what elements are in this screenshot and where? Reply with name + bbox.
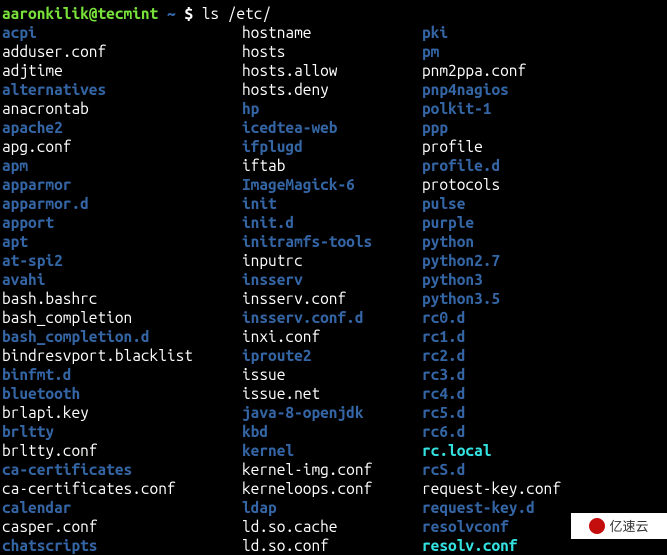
- ls-entry-kerneloops.conf: kerneloops.conf: [242, 479, 422, 498]
- ls-entry-hosts.allow: hosts.allow: [242, 61, 422, 80]
- ls-entry-rc4.d: rc4.d: [422, 384, 622, 403]
- ls-entry-ca-certificates: ca-certificates: [2, 460, 242, 479]
- ls-entry-hostname: hostname: [242, 23, 422, 42]
- ls-entry-python: python: [422, 232, 622, 251]
- ls-entry-inputrc: inputrc: [242, 251, 422, 270]
- ls-entry-ifplugd: ifplugd: [242, 137, 422, 156]
- ls-entry-ld.so.conf: ld.so.conf: [242, 536, 422, 555]
- ls-entry-init: init: [242, 194, 422, 213]
- ls-entry-insserv: insserv: [242, 270, 422, 289]
- ls-entry-hosts.deny: hosts.deny: [242, 80, 422, 99]
- ls-entry-bluetooth: bluetooth: [2, 384, 242, 403]
- ls-entry-icedtea-web: icedtea-web: [242, 118, 422, 137]
- ls-entry-pnp4nagios: pnp4nagios: [422, 80, 622, 99]
- ls-entry-issue.net: issue.net: [242, 384, 422, 403]
- ls-entry-pki: pki: [422, 23, 622, 42]
- ls-entry-apm: apm: [2, 156, 242, 175]
- ls-entry-adjtime: adjtime: [2, 61, 242, 80]
- ls-entry-purple: purple: [422, 213, 622, 232]
- ls-entry-initramfs-tools: initramfs-tools: [242, 232, 422, 251]
- ls-entry-rcS.d: rcS.d: [422, 460, 622, 479]
- ls-entry-apparmor.d: apparmor.d: [2, 194, 242, 213]
- ls-entry-at-spi2: at-spi2: [2, 251, 242, 270]
- prompt-cwd: ~: [167, 5, 176, 22]
- ls-entry-hosts: hosts: [242, 42, 422, 61]
- ls-entry-brltty: brltty: [2, 422, 242, 441]
- ls-entry-apparmor: apparmor: [2, 175, 242, 194]
- ls-entry-bindresvport.blacklist: bindresvport.blacklist: [2, 346, 242, 365]
- prompt-line: aaronkilik@tecmint ~ $ ls /etc/: [2, 4, 665, 23]
- ls-output: acpiadduser.confadjtimealternativesanacr…: [2, 23, 665, 555]
- ls-entry-brlapi.key: brlapi.key: [2, 403, 242, 422]
- ls-entry-pm: pm: [422, 42, 622, 61]
- ls-entry-rc1.d: rc1.d: [422, 327, 622, 346]
- ls-entry-rc6.d: rc6.d: [422, 422, 622, 441]
- ls-entry-chatscripts: chatscripts: [2, 536, 242, 555]
- ls-entry-iftab: iftab: [242, 156, 422, 175]
- ls-entry-python2.7: python2.7: [422, 251, 622, 270]
- ls-entry-bash_completion.d: bash_completion.d: [2, 327, 242, 346]
- ls-entry-bash.bashrc: bash.bashrc: [2, 289, 242, 308]
- ls-column-1: acpiadduser.confadjtimealternativesanacr…: [2, 23, 242, 555]
- ls-entry-init.d: init.d: [242, 213, 422, 232]
- ls-entry-apache2: apache2: [2, 118, 242, 137]
- ls-entry-python3.5: python3.5: [422, 289, 622, 308]
- ls-entry-inxi.conf: inxi.conf: [242, 327, 422, 346]
- ls-entry-profile.d: profile.d: [422, 156, 622, 175]
- ls-entry-polkit-1: polkit-1: [422, 99, 622, 118]
- ls-entry-adduser.conf: adduser.conf: [2, 42, 242, 61]
- ls-entry-kernel-img.conf: kernel-img.conf: [242, 460, 422, 479]
- ls-entry-alternatives: alternatives: [2, 80, 242, 99]
- ls-entry-kernel: kernel: [242, 441, 422, 460]
- ls-entry-acpi: acpi: [2, 23, 242, 42]
- ls-entry-rc5.d: rc5.d: [422, 403, 622, 422]
- ls-entry-rc2.d: rc2.d: [422, 346, 622, 365]
- ls-entry-profile: profile: [422, 137, 622, 156]
- ls-entry-brltty.conf: brltty.conf: [2, 441, 242, 460]
- ls-entry-rc.local: rc.local: [422, 441, 622, 460]
- watermark-logo-icon: [589, 518, 605, 534]
- ls-column-3: pkipmpnm2ppa.confpnp4nagiospolkit-1ppppr…: [422, 23, 622, 555]
- ls-entry-ppp: ppp: [422, 118, 622, 137]
- ls-entry-ld.so.cache: ld.so.cache: [242, 517, 422, 536]
- ls-entry-rc0.d: rc0.d: [422, 308, 622, 327]
- ls-entry-avahi: avahi: [2, 270, 242, 289]
- ls-entry-pnm2ppa.conf: pnm2ppa.conf: [422, 61, 622, 80]
- ls-entry-apport: apport: [2, 213, 242, 232]
- ls-entry-hp: hp: [242, 99, 422, 118]
- ls-entry-issue: issue: [242, 365, 422, 384]
- ls-entry-pulse: pulse: [422, 194, 622, 213]
- prompt-user-host: aaronkilik@tecmint: [2, 5, 158, 22]
- ls-entry-insserv.conf.d: insserv.conf.d: [242, 308, 422, 327]
- ls-entry-anacrontab: anacrontab: [2, 99, 242, 118]
- ls-entry-java-8-openjdk: java-8-openjdk: [242, 403, 422, 422]
- ls-entry-apg.conf: apg.conf: [2, 137, 242, 156]
- ls-entry-apt: apt: [2, 232, 242, 251]
- prompt-command[interactable]: ls /etc/: [202, 5, 271, 22]
- ls-entry-insserv.conf: insserv.conf: [242, 289, 422, 308]
- watermark-badge: 亿速云: [571, 513, 667, 539]
- ls-entry-python3: python3: [422, 270, 622, 289]
- ls-entry-bash_completion: bash_completion: [2, 308, 242, 327]
- ls-entry-ldap: ldap: [242, 498, 422, 517]
- ls-entry-ca-certificates.conf: ca-certificates.conf: [2, 479, 242, 498]
- ls-entry-binfmt.d: binfmt.d: [2, 365, 242, 384]
- ls-entry-kbd: kbd: [242, 422, 422, 441]
- ls-entry-ImageMagick-6: ImageMagick-6: [242, 175, 422, 194]
- ls-entry-protocols: protocols: [422, 175, 622, 194]
- watermark-text: 亿速云: [609, 517, 648, 536]
- ls-entry-iproute2: iproute2: [242, 346, 422, 365]
- ls-entry-calendar: calendar: [2, 498, 242, 517]
- prompt-dollar: $: [184, 5, 193, 22]
- ls-entry-rc3.d: rc3.d: [422, 365, 622, 384]
- ls-column-2: hostnamehostshosts.allowhosts.denyhpiced…: [242, 23, 422, 555]
- ls-entry-casper.conf: casper.conf: [2, 517, 242, 536]
- ls-entry-request-key.conf: request-key.conf: [422, 479, 622, 498]
